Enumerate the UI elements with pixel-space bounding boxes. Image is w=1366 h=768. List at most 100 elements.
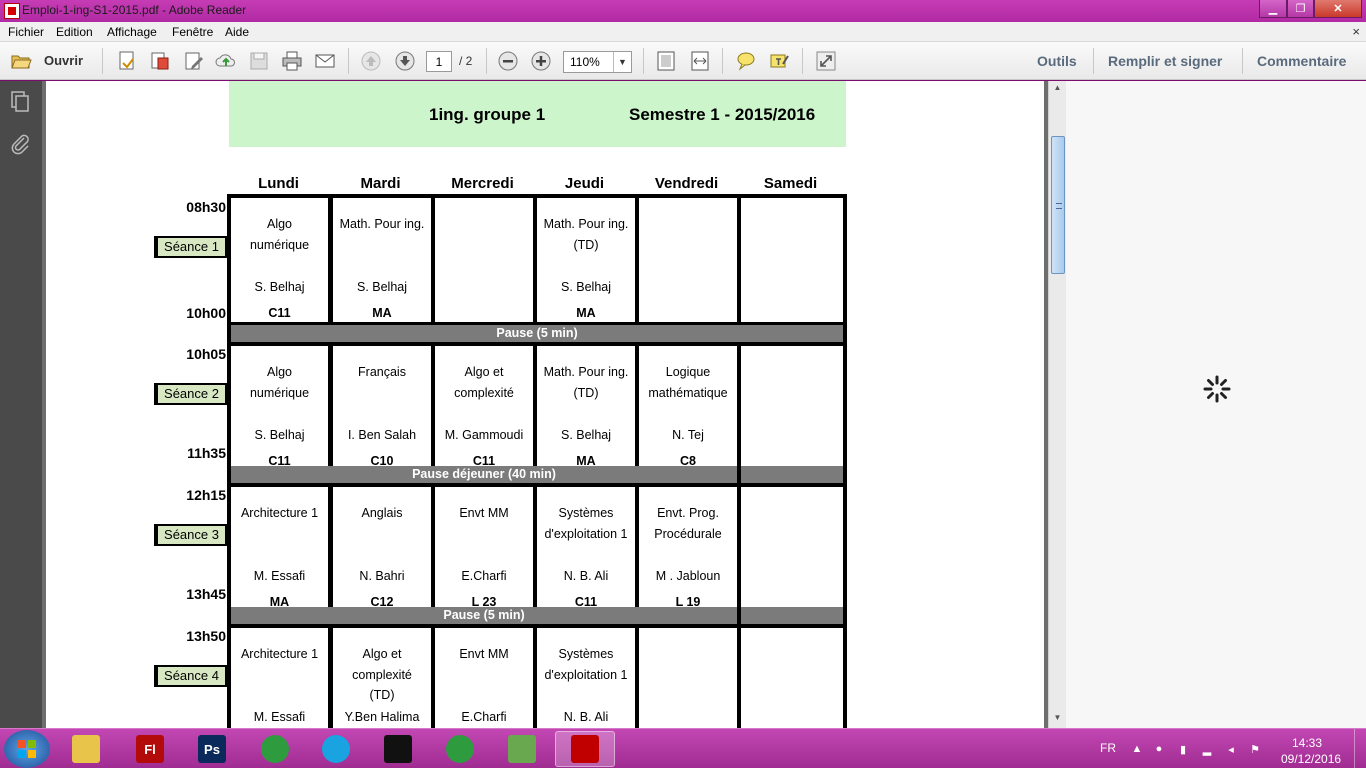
volume-icon[interactable]: ◂ (1224, 743, 1238, 757)
end-time: 13h45 (186, 586, 226, 602)
scrollbar-thumb[interactable] (1051, 136, 1065, 274)
taskbar-app[interactable] (430, 731, 490, 767)
menu-fichier[interactable]: Fichier (8, 25, 44, 39)
scroll-up-icon[interactable]: ▲ (1052, 83, 1063, 95)
menu-affichage[interactable]: Affichage (107, 25, 157, 39)
course-name: Anglais (361, 506, 403, 520)
day-header: Lundi (258, 175, 299, 192)
zoom-in-icon[interactable] (530, 50, 552, 72)
course-name: Architecture 1 (240, 647, 319, 661)
loading-spinner-icon (1203, 375, 1231, 403)
create-pdf-icon[interactable] (116, 50, 138, 72)
end-time: 10h00 (186, 305, 226, 321)
start-time: 08h30 (186, 199, 226, 215)
timetable-cell: Algo et complexité M. Gammoudi C11 (435, 346, 533, 470)
timetable-cell: Anglais N. Bahri C12 (333, 487, 431, 611)
page-number-input[interactable] (426, 51, 452, 72)
taskbar-app[interactable] (492, 731, 552, 767)
taskbar-app[interactable] (56, 731, 116, 767)
open-folder-icon[interactable] (10, 50, 32, 72)
tools-button[interactable]: Outils (1037, 53, 1077, 69)
antivirus-icon[interactable]: ● (1152, 743, 1166, 757)
toolbar-separator (802, 48, 803, 74)
course-name: Math. Pour ing. (339, 217, 425, 231)
cloud-upload-icon[interactable] (215, 50, 237, 72)
menu-aide[interactable]: Aide (225, 25, 249, 39)
email-icon[interactable] (314, 50, 336, 72)
comment-icon[interactable] (735, 50, 757, 72)
previous-page-icon[interactable] (360, 50, 382, 72)
zoom-select[interactable]: 110% ▼ (563, 51, 632, 73)
timetable-grid: Algo numérique S. Belhaj C11 Math. Pour ing… (227, 194, 847, 728)
flash-icon: Fl (136, 735, 164, 763)
start-button[interactable] (4, 730, 50, 768)
network-icon[interactable]: ▂ (1200, 743, 1214, 757)
maximize-button[interactable]: ❐ (1287, 0, 1314, 18)
attachments-icon[interactable] (9, 133, 31, 155)
start-time: 12h15 (186, 487, 226, 503)
windows-logo-icon (18, 740, 36, 758)
taskbar-app[interactable] (306, 731, 366, 767)
expand-icon[interactable] (815, 50, 837, 72)
taskbar-app[interactable] (368, 731, 428, 767)
highlight-icon[interactable] (768, 50, 790, 72)
taskbar-app[interactable] (555, 731, 615, 767)
usb-icon[interactable]: ▮ (1176, 743, 1190, 757)
open-button[interactable]: Ouvrir (44, 53, 83, 68)
print-icon[interactable] (281, 50, 303, 72)
course-name: Math. Pour ing. (TD) (543, 217, 629, 252)
taskbar-app[interactable] (245, 731, 305, 767)
action-center-icon[interactable]: ⚑ (1248, 743, 1262, 757)
close-document-icon[interactable]: × (1352, 24, 1360, 39)
menu-edition[interactable]: Edition (56, 25, 93, 39)
toolbar-separator (348, 48, 349, 74)
teacher-name: M. Essafi (253, 569, 306, 583)
clock-time[interactable]: 14:33 (1292, 736, 1322, 750)
file-explorer-icon (72, 735, 100, 763)
title-bar: Emploi-1-ing-S1-2015.pdf - Adobe Reader … (0, 0, 1366, 22)
fill-and-sign-button[interactable]: Remplir et signer (1108, 53, 1222, 69)
combine-files-icon[interactable] (149, 50, 171, 72)
minimize-button[interactable]: ▁ (1259, 0, 1287, 18)
course-name: Systèmes d'exploitation 1 (544, 647, 628, 682)
cmd-icon (384, 735, 412, 763)
clock-date[interactable]: 09/12/2016 (1281, 752, 1341, 766)
show-hidden-icons-icon[interactable]: ▲ (1130, 743, 1144, 757)
course-name: Logique mathématique (648, 365, 728, 400)
timetable-cell (741, 346, 843, 470)
fit-width-icon[interactable] (689, 50, 711, 72)
timetable-cell: Envt. Prog. Procédurale M . Jabloun L 19 (639, 487, 737, 611)
adobe-reader-icon (571, 735, 599, 763)
start-time: 13h50 (186, 628, 226, 644)
close-button[interactable]: ✕ (1314, 0, 1362, 18)
chevron-down-icon[interactable]: ▼ (613, 52, 631, 72)
pause-bar-saturday (741, 607, 843, 624)
comment-button[interactable]: Commentaire (1257, 53, 1346, 69)
fit-page-icon[interactable] (655, 50, 677, 72)
document-viewer[interactable]: 1ing. groupe 1 Semestre 1 - 2015/2016 Lu… (42, 81, 1048, 728)
toolbar-separator (486, 48, 487, 74)
edit-document-icon[interactable] (183, 50, 205, 72)
show-desktop-button[interactable] (1354, 729, 1366, 768)
menu-fenetre[interactable]: Fenêtre (172, 25, 213, 39)
course-name: Envt. Prog. Procédurale (654, 506, 722, 541)
course-name: Envt MM (459, 506, 509, 520)
session-label: Séance 1 (154, 236, 227, 258)
vertical-scrollbar[interactable]: ▲ ▼ (1048, 81, 1066, 728)
teacher-name: E.Charfi (461, 569, 507, 583)
timetable-cell: Logique mathématique N. Tej C8 (639, 346, 737, 470)
zoom-out-icon[interactable] (497, 50, 519, 72)
timetable-cell: Algo numérique S. Belhaj C11 (231, 198, 328, 322)
taskbar-app[interactable]: Fl (120, 731, 180, 767)
teacher-name: N. B. Ali (563, 710, 609, 724)
next-page-icon[interactable] (394, 50, 416, 72)
taskbar-app[interactable]: Ps (182, 731, 242, 767)
teacher-name: I. Ben Salah (347, 428, 417, 442)
photoshop-icon: Ps (198, 735, 226, 763)
timetable-cell: Algo et complexité (TD) Y.Ben Halima (333, 628, 431, 728)
session-label: Séance 3 (154, 524, 227, 546)
save-icon[interactable] (248, 50, 270, 72)
language-indicator[interactable]: FR (1100, 741, 1116, 755)
page-thumbnails-icon[interactable] (9, 90, 31, 112)
scroll-down-icon[interactable]: ▼ (1052, 713, 1063, 725)
